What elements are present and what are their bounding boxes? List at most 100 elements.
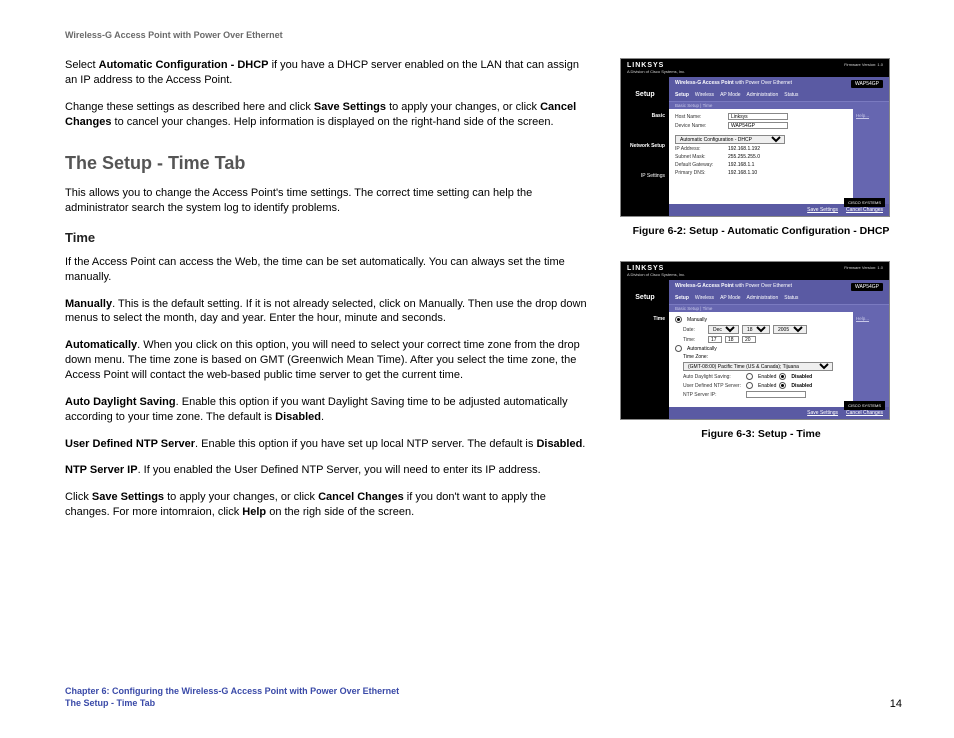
date-day-select[interactable]: 18 [742,325,770,334]
product-title: Wireless-G Access Point [675,80,734,86]
sub-nav[interactable]: Basic Setup | Time [669,304,889,312]
product-subtitle: with Power Over Ethernet [734,80,792,86]
model-badge: WAP54GP [851,283,883,291]
bold-text: Automatic Configuration - DHCP [99,59,269,71]
text: to apply your changes, or click [164,491,318,503]
cancel-changes-button[interactable]: Cancel Changes [846,410,883,416]
paragraph: If the Access Point can access the Web, … [65,255,590,285]
cancel-changes-button[interactable]: Cancel Changes [846,207,883,213]
tab-ap-mode[interactable]: AP Mode [720,295,740,301]
text: . Enable this option if you have set up … [195,438,536,450]
tab-setup[interactable]: Setup [675,295,689,301]
tab-administration[interactable]: Administration [747,295,779,301]
section-basic: Basic [621,113,665,119]
ip-label: IP Address: [675,146,725,152]
brand-subtitle: A Division of Cisco Systems, Inc. [627,272,685,277]
tab-row: Setup Wireless AP Mode Administration St… [669,291,889,304]
tab-status[interactable]: Status [784,295,798,301]
bold-text: Cancel Changes [318,491,404,503]
ntp-ip-input[interactable] [746,391,806,398]
host-name-label: Host Name: [675,114,725,120]
tab-ap-mode[interactable]: AP Mode [720,92,740,98]
sub-nav[interactable]: Basic Setup | Time [669,101,889,109]
disabled-label: Disabled [791,383,812,389]
firmware-text: Firmware Version: 1.0 [844,62,883,74]
date-year-select[interactable]: 2005 [773,325,807,334]
save-settings-button[interactable]: Save Settings [807,207,838,213]
timezone-label: Time Zone: [683,354,708,360]
user-ntp-label: User Defined NTP Server: [683,383,743,389]
device-name-label: Device Name: [675,123,725,129]
time-hour-input[interactable] [708,336,722,343]
text: to apply your changes, or click [386,101,540,113]
host-name-input[interactable] [728,113,788,120]
page-number: 14 [890,698,902,710]
subheading-time: Time [65,229,590,247]
text: . This is the default setting. If it is … [65,298,587,325]
brand-logo: LINKSYS [627,265,664,272]
section-ip-settings: IP Settings [621,173,665,179]
bold-text: Save Settings [92,491,164,503]
page-header: Wireless-G Access Point with Power Over … [65,30,902,40]
text: on the righ side of the screen. [266,506,414,518]
product-subtitle: with Power Over Ethernet [734,283,792,289]
save-settings-button[interactable]: Save Settings [807,410,838,416]
tab-wireless[interactable]: Wireless [695,295,714,301]
tab-setup[interactable]: Setup [675,92,689,98]
paragraph: User Defined NTP Server. Enable this opt… [65,437,590,452]
tab-status[interactable]: Status [784,92,798,98]
radio-automatically[interactable] [675,345,682,352]
cisco-logo: CISCO SYSTEMS [844,401,885,410]
side-column: LINKSYS A Division of Cisco Systems, Inc… [620,58,902,532]
help-link[interactable]: Help... [853,312,889,407]
paragraph: Manually. This is the default setting. I… [65,297,590,327]
timezone-select[interactable]: (GMT-08:00) Pacific Time (US & Canada); … [683,362,833,371]
radio-ads-disabled[interactable] [779,373,786,380]
paragraph: Select Automatic Configuration - DHCP if… [65,58,590,88]
time-sec-input[interactable] [742,336,756,343]
paragraph: Click Save Settings to apply your change… [65,490,590,520]
config-type-select[interactable]: Automatic Configuration - DHCP [675,135,785,144]
tab-row: Setup Wireless AP Mode Administration St… [669,88,889,101]
time-min-input[interactable] [725,336,739,343]
bold-text: Disabled [536,438,582,450]
enabled-label: Enabled [758,383,776,389]
paragraph: NTP Server IP. If you enabled the User D… [65,463,590,478]
radio-ntp-disabled[interactable] [779,382,786,389]
radio-manually[interactable] [675,316,682,323]
tab-label-setup: Setup [621,88,669,101]
bold-text: Automatically [65,339,137,351]
tab-administration[interactable]: Administration [747,92,779,98]
time-label: Time: [683,337,705,343]
text: Click [65,491,92,503]
text: Select [65,59,99,71]
tab-label-setup: Setup [621,291,669,304]
subnet-value: 255.255.255.0 [728,154,760,160]
text: Change these settings as described here … [65,101,314,113]
subnet-label: Subnet Mask: [675,154,725,160]
fig2-form: Manually Date: Dec 18 2005 Time: [669,312,853,407]
radio-ads-enabled[interactable] [746,373,753,380]
paragraph: Automatically. When you click on this op… [65,338,590,383]
radio-ntp-enabled[interactable] [746,382,753,389]
text: . When you click on this option, you wil… [65,339,580,381]
section-network-setup: Network Setup [621,143,665,149]
date-label: Date: [683,327,705,333]
date-month-select[interactable]: Dec [708,325,739,334]
footer-section: The Setup - Time Tab [65,697,399,710]
manually-label: Manually [687,317,707,323]
tab-wireless[interactable]: Wireless [695,92,714,98]
help-link[interactable]: Help... [853,109,889,204]
bold-text: Help [242,506,266,518]
device-name-input[interactable] [728,122,788,129]
model-badge: WAP54GP [851,80,883,88]
text: to cancel your changes. Help information… [111,116,553,128]
figure-6-2-caption: Figure 6-2: Setup - Automatic Configurat… [620,225,902,237]
bold-text: User Defined NTP Server [65,438,195,450]
brand-subtitle: A Division of Cisco Systems, Inc. [627,69,685,74]
disabled-label: Disabled [791,374,812,380]
section-time: Time [621,316,665,322]
main-column: Select Automatic Configuration - DHCP if… [65,58,590,532]
gateway-value: 192.168.1.1 [728,162,754,168]
bold-text: NTP Server IP [65,464,138,476]
